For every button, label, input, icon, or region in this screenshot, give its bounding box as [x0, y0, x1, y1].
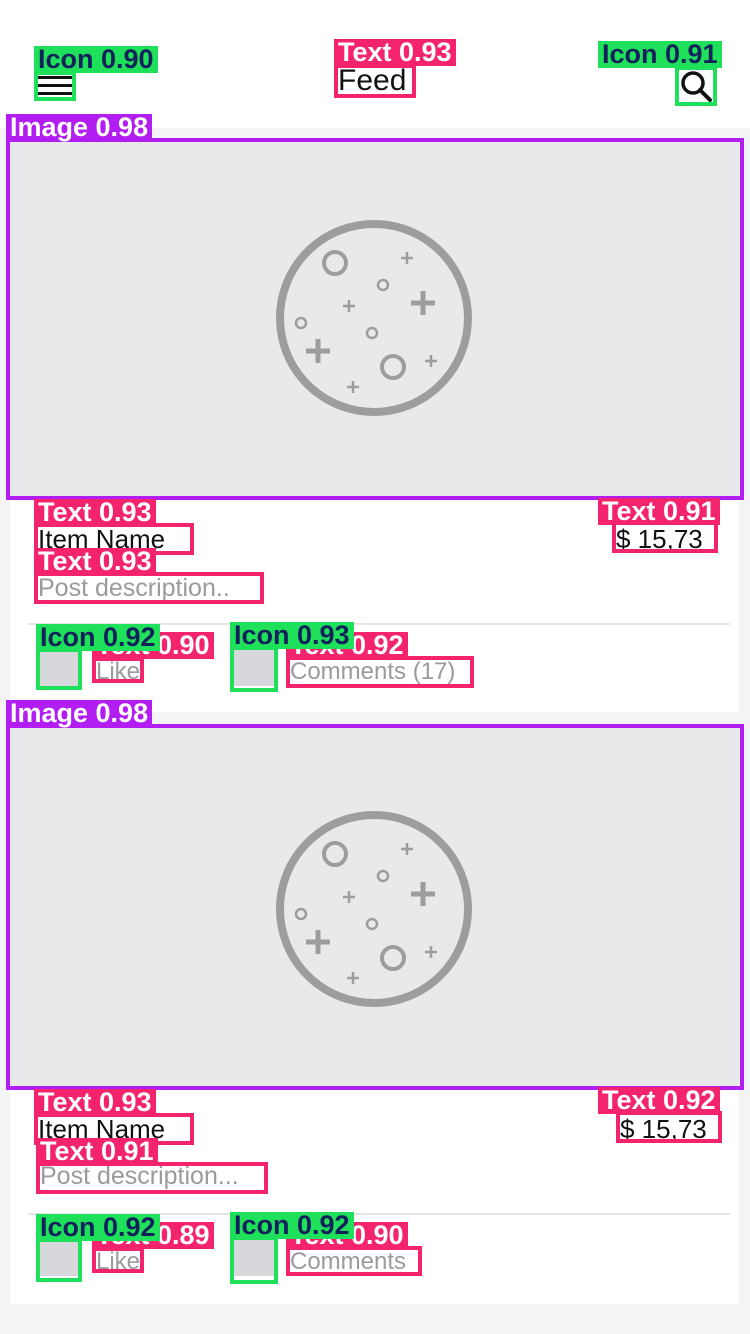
- icon-bbox: [675, 66, 717, 106]
- icon-confidence-label: Icon 0.92: [230, 1212, 354, 1239]
- icon-bbox: [36, 648, 82, 690]
- icon-bbox: [230, 646, 278, 692]
- image-bbox: [6, 724, 744, 1090]
- text-bbox: [34, 572, 264, 604]
- text-confidence-label: Text 0.93: [34, 499, 156, 526]
- image-confidence-label: Image 0.98: [6, 700, 153, 727]
- text-bbox: [36, 1162, 268, 1194]
- text-bbox: [616, 1111, 722, 1143]
- text-confidence-label: Text 0.93: [334, 39, 456, 66]
- text-confidence-label: Text 0.92: [598, 1087, 720, 1114]
- text-bbox: [286, 1246, 422, 1276]
- text-bbox: [92, 1247, 144, 1273]
- text-confidence-label: Text 0.93: [34, 1089, 156, 1116]
- text-bbox: [286, 656, 474, 688]
- text-confidence-label: Text 0.91: [36, 1138, 158, 1165]
- icon-confidence-label: Icon 0.91: [598, 41, 722, 68]
- text-bbox: [92, 657, 144, 683]
- text-confidence-label: Text 0.91: [598, 498, 720, 525]
- icon-bbox: [34, 71, 76, 101]
- text-bbox: [334, 64, 416, 98]
- icon-confidence-label: Icon 0.92: [36, 624, 160, 651]
- icon-bbox: [36, 1238, 82, 1282]
- image-bbox: [6, 138, 744, 500]
- icon-bbox: [230, 1236, 278, 1284]
- icon-confidence-label: Icon 0.93: [230, 622, 354, 649]
- icon-confidence-label: Icon 0.92: [36, 1214, 160, 1241]
- image-confidence-label: Image 0.98: [6, 114, 153, 141]
- icon-confidence-label: Icon 0.90: [34, 46, 158, 73]
- text-confidence-label: Text 0.93: [34, 548, 156, 575]
